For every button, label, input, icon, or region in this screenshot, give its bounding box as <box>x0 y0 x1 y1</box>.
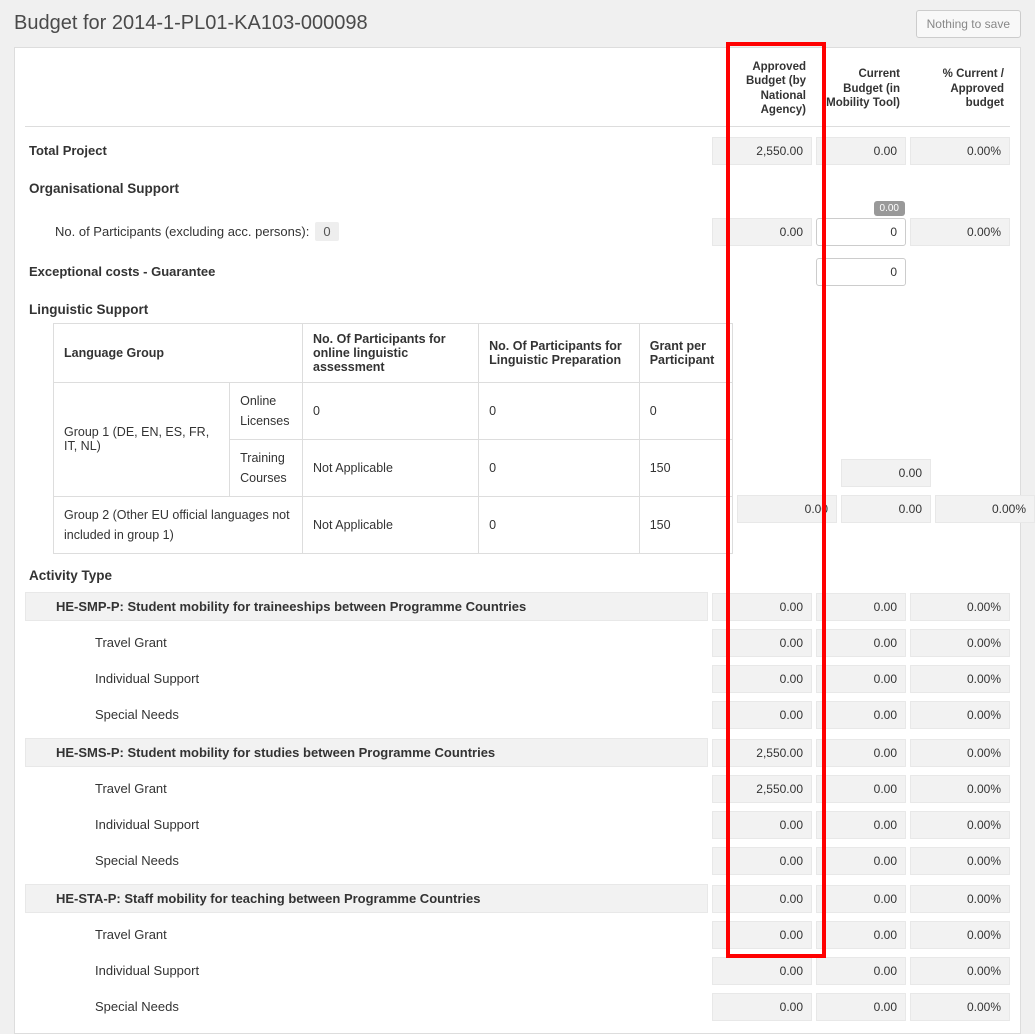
org-percent: 0.00% <box>910 218 1010 246</box>
activity-sub-current: 0.00 <box>816 811 906 839</box>
activity-label: HE-SMS-P: Student mobility for studies b… <box>25 738 708 767</box>
activity-sub-approved: 0.00 <box>712 993 812 1021</box>
activity-sub-label: Travel Grant <box>25 629 708 656</box>
activity-type-title: Activity Type <box>25 558 1010 583</box>
ling-approved: 0.00 <box>737 495 837 523</box>
activity-percent: 0.00% <box>910 885 1010 913</box>
total-project-percent: 0.00% <box>910 137 1010 165</box>
total-project-approved: 2,550.00 <box>712 137 812 165</box>
activity-sub-current: 0.00 <box>816 993 906 1021</box>
ling-g1-train-b: 0 <box>479 439 640 496</box>
activity-sub-percent: 0.00% <box>910 993 1010 1021</box>
activity-sub-current: 0.00 <box>816 629 906 657</box>
col-percent: % Current / Approved budget <box>910 67 1010 110</box>
table-row: Group 1 (DE, EN, ES, FR, IT, NL) Online … <box>54 382 733 439</box>
exceptional-label: Exceptional costs - Guarantee <box>25 258 708 285</box>
activity-sub-approved: 0.00 <box>712 665 812 693</box>
ling-g1-online-a: 0 <box>303 382 479 439</box>
activity-approved: 2,550.00 <box>712 739 812 767</box>
exceptional-input[interactable]: 0 <box>816 258 906 286</box>
ling-current: 0.00 <box>841 495 931 523</box>
activity-percent: 0.00% <box>910 593 1010 621</box>
activity-sub-percent: 0.00% <box>910 811 1010 839</box>
org-current-input[interactable]: 0.00 0 <box>816 218 906 246</box>
ling-col-prep: No. Of Participants for Linguistic Prepa… <box>479 323 640 382</box>
activity-sub-approved: 0.00 <box>712 701 812 729</box>
col-approved: Approved Budget (by National Agency) <box>712 60 812 118</box>
activity-current: 0.00 <box>816 593 906 621</box>
total-project-current: 0.00 <box>816 137 906 165</box>
activity-sub-approved: 0.00 <box>712 847 812 875</box>
activity-sub-approved: 0.00 <box>712 921 812 949</box>
participants-label: No. of Participants (excluding acc. pers… <box>55 224 309 239</box>
ling-g2-b: 0 <box>479 496 640 553</box>
activity-sub-current: 0.00 <box>816 775 906 803</box>
activity-sub-percent: 0.00% <box>910 921 1010 949</box>
activity-percent: 0.00% <box>910 739 1010 767</box>
activity-sub-label: Special Needs <box>25 701 708 728</box>
page-header: Budget for 2014-1-PL01-KA103-000098 Noth… <box>0 0 1035 41</box>
activity-approved: 0.00 <box>712 885 812 913</box>
ling-g1-label: Group 1 (DE, EN, ES, FR, IT, NL) <box>54 382 230 496</box>
activity-sub-current: 0.00 <box>816 847 906 875</box>
org-support-title: Organisational Support <box>25 167 1010 196</box>
save-button[interactable]: Nothing to save <box>916 10 1021 38</box>
ling-row1-current: 0.00 <box>841 459 931 487</box>
activity-sub-current: 0.00 <box>816 701 906 729</box>
budget-panel: Approved Budget (by National Agency) Cur… <box>14 47 1021 1034</box>
activity-sub-label: Individual Support <box>25 665 708 692</box>
activity-sub-percent: 0.00% <box>910 701 1010 729</box>
table-row: Group 2 (Other EU official languages not… <box>54 496 733 553</box>
ling-g1-train-a: Not Applicable <box>303 439 479 496</box>
ling-g1-online-c: 0 <box>639 382 732 439</box>
ling-col-grant: Grant per Participant <box>639 323 732 382</box>
activity-sub-label: Special Needs <box>25 993 708 1020</box>
activity-approved: 0.00 <box>712 593 812 621</box>
col-current: Current Budget (in Mobility Tool) <box>816 67 906 110</box>
activity-sub-approved: 2,550.00 <box>712 775 812 803</box>
participants-value: 0 <box>315 222 338 241</box>
activity-sub-approved: 0.00 <box>712 629 812 657</box>
linguistic-table: Language Group No. Of Participants for o… <box>53 323 733 554</box>
ling-g2-c: 150 <box>639 496 732 553</box>
activity-label: HE-STA-P: Staff mobility for teaching be… <box>25 884 708 913</box>
activity-sub-percent: 0.00% <box>910 665 1010 693</box>
activity-sub-label: Individual Support <box>25 811 708 838</box>
activity-current: 0.00 <box>816 739 906 767</box>
ling-g2-label: Group 2 (Other EU official languages not… <box>54 496 303 553</box>
ling-col-assess: No. Of Participants for online linguisti… <box>303 323 479 382</box>
ling-g2-a: Not Applicable <box>303 496 479 553</box>
ling-g1-train-c: 150 <box>639 439 732 496</box>
activity-sub-label: Travel Grant <box>25 775 708 802</box>
activity-sub-percent: 0.00% <box>910 847 1010 875</box>
ling-col-group: Language Group <box>54 323 303 382</box>
linguistic-title: Linguistic Support <box>25 288 1010 317</box>
activity-sub-current: 0.00 <box>816 921 906 949</box>
activity-label: HE-SMP-P: Student mobility for traineesh… <box>25 592 708 621</box>
activity-sub-current: 0.00 <box>816 665 906 693</box>
activity-sub-approved: 0.00 <box>712 811 812 839</box>
ling-g1-online-type: Online Licenses <box>230 382 303 439</box>
table-row: Language Group No. Of Participants for o… <box>54 323 733 382</box>
activity-current: 0.00 <box>816 885 906 913</box>
org-approved: 0.00 <box>712 218 812 246</box>
activity-sub-label: Special Needs <box>25 847 708 874</box>
ling-g1-online-b: 0 <box>479 382 640 439</box>
ling-percent: 0.00% <box>935 495 1035 523</box>
activity-sub-label: Travel Grant <box>25 921 708 948</box>
page-title: Budget for 2014-1-PL01-KA103-000098 <box>14 8 368 39</box>
activity-sub-percent: 0.00% <box>910 629 1010 657</box>
total-project-label: Total Project <box>25 137 708 164</box>
org-current-pill: 0.00 <box>874 201 905 216</box>
activity-sub-percent: 0.00% <box>910 775 1010 803</box>
ling-g1-train-type: Training Courses <box>230 439 303 496</box>
